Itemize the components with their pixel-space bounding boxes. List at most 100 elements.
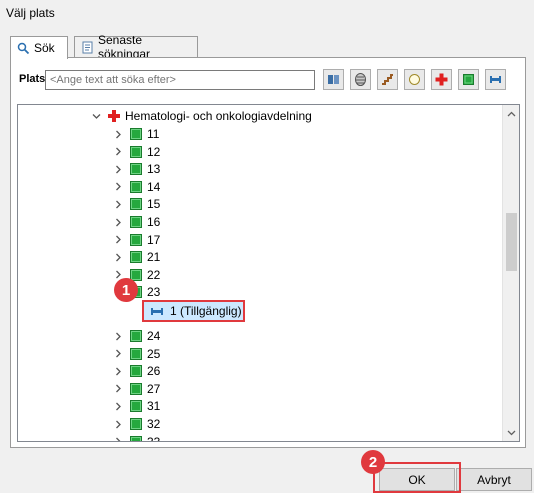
tree-node-room[interactable]: 24 [112, 327, 160, 345]
chevron-right-icon[interactable] [112, 418, 124, 430]
chevron-right-icon[interactable] [112, 400, 124, 412]
tree-node-label: 15 [147, 197, 161, 212]
red-cross-icon [435, 73, 448, 86]
room-icon [130, 435, 142, 441]
selected-bed-item[interactable]: 1 (Tillgänglig) [142, 300, 245, 322]
chevron-right-icon[interactable] [112, 348, 124, 360]
tree-node-label: 21 [147, 250, 161, 265]
chevron-right-icon[interactable] [112, 216, 124, 228]
search-label: Plats [19, 73, 46, 85]
window-title: Välj plats [6, 6, 55, 20]
tree-node-room[interactable]: 33 [112, 433, 161, 442]
room-icon [130, 251, 142, 264]
green-square-icon [463, 74, 474, 85]
tree-node-room[interactable]: 12 [112, 143, 160, 161]
tree-node-room[interactable]: 25 [112, 345, 160, 363]
room-icon [130, 233, 142, 246]
room-icon [130, 382, 142, 395]
filter-circle-button[interactable] [404, 69, 425, 90]
scroll-down-icon[interactable] [506, 427, 516, 437]
room-icon [130, 418, 142, 430]
chevron-right-icon[interactable] [112, 181, 124, 193]
room-icon [130, 216, 142, 228]
tree-node-room[interactable]: 17 [112, 231, 160, 249]
vertical-scrollbar[interactable] [502, 105, 519, 441]
tree-node-label: 33 [147, 434, 161, 442]
tree-node-room[interactable]: 21 [112, 248, 160, 266]
red-cross-icon [108, 110, 120, 122]
chevron-right-icon[interactable] [112, 163, 124, 175]
filter-room-button[interactable] [458, 69, 479, 90]
book-icon [328, 75, 339, 84]
scroll-up-icon[interactable] [506, 109, 516, 119]
tree-node-room[interactable]: 27 [112, 380, 160, 398]
search-input[interactable] [45, 70, 315, 90]
room-icon [130, 145, 142, 158]
filter-stairs-button[interactable] [377, 69, 398, 90]
step-marker-1: 1 [114, 278, 138, 302]
tree-node-department[interactable]: Hematologi- och onkologiavdelning [90, 107, 312, 125]
chevron-down-icon[interactable] [90, 110, 102, 122]
room-icon [130, 400, 142, 413]
tree-node-room[interactable]: 32 [112, 415, 160, 433]
tree-node-label: 27 [147, 381, 161, 396]
tree-node-label: 16 [147, 215, 161, 229]
document-icon [81, 41, 94, 54]
room-icon [130, 198, 142, 211]
tree-node-label: 12 [147, 144, 161, 159]
tree-node-label: 31 [147, 399, 161, 414]
bed-icon [490, 76, 501, 83]
tree-node-label: 23 [147, 285, 161, 299]
bed-icon [150, 305, 164, 317]
chevron-right-icon[interactable] [112, 234, 124, 246]
room-icon [130, 330, 142, 342]
tree-node-label: 17 [147, 232, 161, 247]
tree-node-room[interactable]: 26 [112, 362, 160, 380]
tree-node-label: 24 [147, 329, 161, 343]
filter-bed-button[interactable] [485, 69, 506, 90]
tree-node-room[interactable]: 14 [112, 178, 160, 196]
ok-button[interactable]: OK [379, 468, 455, 491]
search-row: Plats [17, 68, 517, 92]
tree-node-label: Hematologi- och onkologiavdelning [125, 109, 312, 123]
tab-recent-searches[interactable]: Senaste sökningar [74, 33, 198, 61]
tree-node-label: 14 [147, 179, 161, 194]
search-icon [17, 42, 30, 55]
tree-node-label: 22 [147, 267, 161, 282]
circle-icon [409, 74, 420, 85]
room-icon [130, 365, 142, 378]
tree-node-room[interactable]: 31 [112, 397, 160, 415]
tab-search[interactable]: Sök [10, 36, 68, 59]
filter-building-button[interactable] [350, 69, 371, 90]
chevron-right-icon[interactable] [112, 436, 124, 441]
location-tree[interactable]: Hematologi- och onkologiavdelning 11 12 13… [17, 104, 520, 442]
chevron-right-icon[interactable] [112, 198, 124, 210]
cancel-button[interactable]: Avbryt [456, 468, 532, 491]
tree-node-label: 32 [147, 417, 161, 431]
tree-node-label: 25 [147, 346, 161, 361]
filter-book-button[interactable] [323, 69, 344, 90]
room-icon [130, 128, 142, 140]
chevron-right-icon[interactable] [112, 383, 124, 395]
room-icon [130, 180, 142, 193]
tree-node-label: 13 [147, 162, 161, 177]
search-panel: Plats Hematologi- och onkologiavdelning [10, 57, 526, 448]
scroll-thumb[interactable] [506, 213, 517, 271]
dialog-button-bar: OK Avbryt [0, 458, 534, 493]
chevron-right-icon[interactable] [112, 330, 124, 342]
chevron-right-icon[interactable] [112, 251, 124, 263]
chevron-right-icon[interactable] [112, 365, 124, 377]
stairs-icon [382, 74, 393, 85]
tree-node-room[interactable]: 11 [112, 125, 159, 143]
step-marker-2: 2 [361, 450, 385, 474]
filter-department-button[interactable] [431, 69, 452, 90]
room-icon [130, 163, 142, 176]
tree-node-room[interactable]: 16 [112, 213, 160, 231]
selected-bed-label: 1 (Tillgänglig) [170, 304, 242, 318]
chevron-right-icon[interactable] [112, 146, 124, 158]
tree-node-room[interactable]: 15 [112, 195, 160, 213]
room-icon [130, 347, 142, 360]
tree-node-room[interactable]: 13 [112, 160, 160, 178]
tree-node-label: 11 [147, 127, 160, 141]
chevron-right-icon[interactable] [112, 128, 124, 140]
